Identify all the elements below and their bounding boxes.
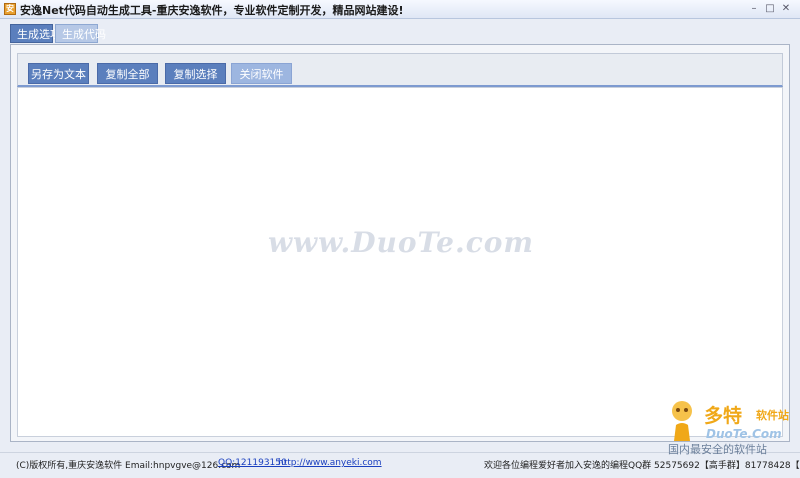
- logo-tagline: 国内最安全的软件站: [668, 443, 767, 456]
- tab-generate-options[interactable]: 生成选项: [10, 24, 61, 43]
- tab-content-panel: 另存为文本 复制全部 复制选择 关闭软件 www.DuoTe.com: [10, 44, 790, 442]
- window-title: 安逸Net代码自动生成工具-重庆安逸软件，专业软件定制开发，精品网站建设!: [20, 4, 404, 17]
- close-software-button[interactable]: 关闭软件: [231, 63, 292, 84]
- logo-main-text: 多特: [704, 405, 743, 427]
- tab-generate-code[interactable]: 生成代码: [55, 24, 106, 43]
- toolbar: 另存为文本 复制全部 复制选择 关闭软件: [17, 53, 783, 87]
- qq-group-text: 欢迎各位编程爱好者加入安逸的编程QQ群 52575692【高手群】8177842…: [484, 461, 800, 471]
- code-output-textarea[interactable]: www.DuoTe.com: [17, 87, 783, 437]
- copy-selection-button[interactable]: 复制选择: [165, 63, 226, 84]
- watermark: www.DuoTe.com: [267, 226, 535, 259]
- qq-link[interactable]: QQ:121193150: [218, 458, 287, 468]
- app-icon: 安: [4, 3, 16, 15]
- title-bar[interactable]: 安 安逸Net代码自动生成工具-重庆安逸软件，专业软件定制开发，精品网站建设! …: [0, 0, 800, 19]
- maximize-icon[interactable]: □: [764, 3, 776, 15]
- logo-sub-text: 软件站: [756, 409, 789, 422]
- save-as-text-button[interactable]: 另存为文本: [28, 63, 89, 84]
- website-link[interactable]: http://www.anyeki.com: [278, 458, 382, 468]
- copyright-text: (C)版权所有,重庆安逸软件 Email:hnpvgve@126.com: [16, 461, 241, 471]
- logo-domain-text: DuoTe.Com: [706, 427, 782, 441]
- copy-all-button[interactable]: 复制全部: [97, 63, 158, 84]
- close-icon[interactable]: ✕: [780, 3, 792, 15]
- minimize-icon[interactable]: –: [748, 3, 760, 15]
- duote-logo-overlay: 多特 软件站 DuoTe.Com 国内最安全的软件站: [662, 397, 798, 456]
- app-window: 安 安逸Net代码自动生成工具-重庆安逸软件，专业软件定制开发，精品网站建设! …: [0, 0, 800, 478]
- mascot-icon: [672, 401, 692, 441]
